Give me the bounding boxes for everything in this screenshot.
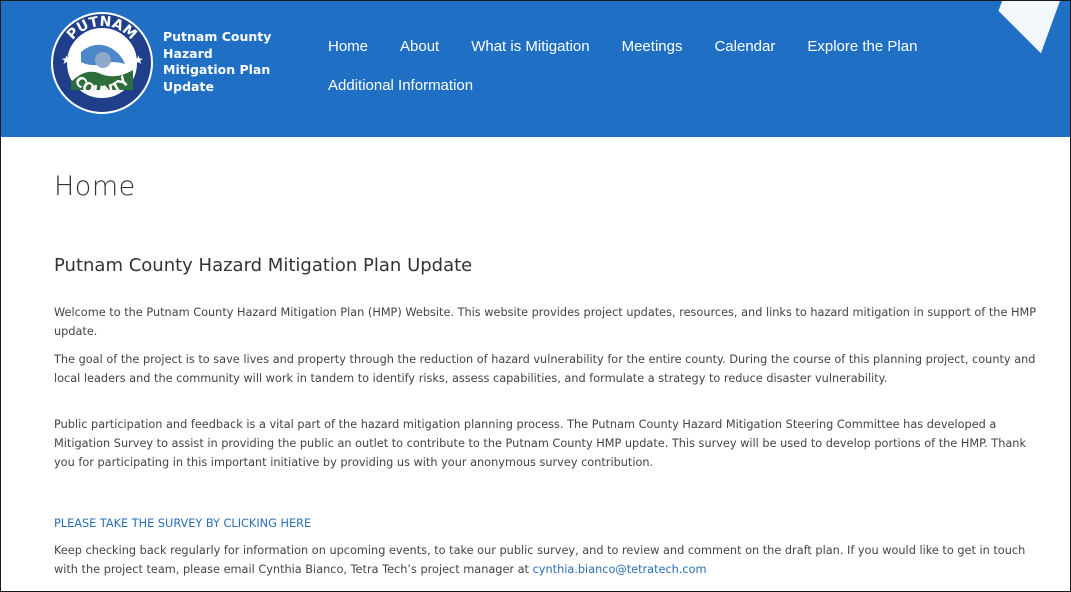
site-header: ★ ★ PUTNAM COUNTY Putnam County Hazard M… <box>1 1 1070 137</box>
nav-row-2: Additional Information <box>328 76 505 96</box>
nav-calendar[interactable]: Calendar <box>714 37 775 57</box>
county-seal-logo[interactable]: ★ ★ PUTNAM COUNTY <box>51 12 153 114</box>
section-title: Putnam County Hazard Mitigation Plan Upd… <box>54 255 473 276</box>
svg-text:★: ★ <box>133 53 144 67</box>
nav-about[interactable]: About <box>400 37 439 57</box>
svg-text:★: ★ <box>61 53 72 67</box>
main-nav: Home About What is Mitigation Meetings Calen… <box>328 37 1048 94</box>
page-frame: ★ ★ PUTNAM COUNTY Putnam County Hazard M… <box>0 0 1071 592</box>
survey-paragraph: PLEASE TAKE THE SURVEY BY CLICKING HERE <box>54 514 1049 533</box>
page-title: Home <box>54 171 136 202</box>
nav-what-is-mitigation[interactable]: What is Mitigation <box>471 37 589 57</box>
contact-paragraph: Keep checking back regularly for informa… <box>54 541 1049 579</box>
participation-paragraph: Public participation and feedback is a v… <box>54 418 1026 469</box>
welcome-paragraph: Welcome to the Putnam County Hazard Miti… <box>54 306 1037 338</box>
nav-meetings[interactable]: Meetings <box>622 37 683 57</box>
site-title[interactable]: Putnam County Hazard Mitigation Plan Upd… <box>163 29 283 95</box>
contact-email-link[interactable]: cynthia.bianco@tetratech.com <box>533 563 707 576</box>
nav-home[interactable]: Home <box>328 37 368 57</box>
nav-additional-information[interactable]: Additional Information <box>328 76 473 96</box>
nav-explore-the-plan[interactable]: Explore the Plan <box>807 37 917 57</box>
goal-paragraph: The goal of the project is to save lives… <box>54 353 1036 385</box>
survey-link[interactable]: PLEASE TAKE THE SURVEY BY CLICKING HERE <box>54 517 311 530</box>
